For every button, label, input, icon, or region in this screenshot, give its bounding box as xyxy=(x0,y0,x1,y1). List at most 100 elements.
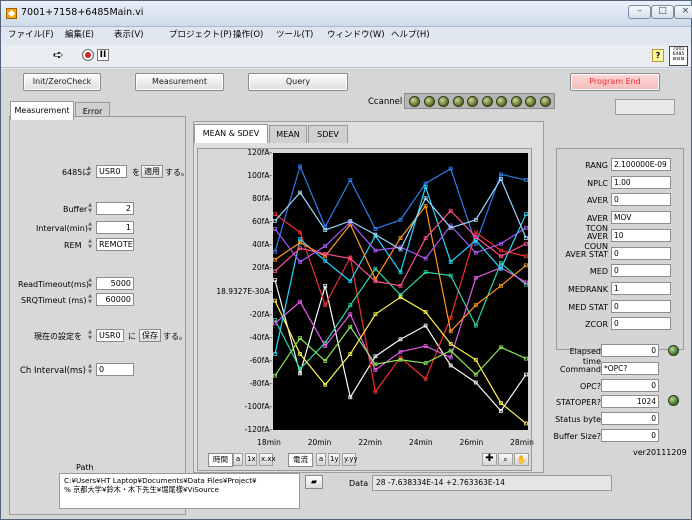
measurement-button[interactable]: Measurement xyxy=(135,73,224,91)
y-tick-label-1: 100fA- xyxy=(247,171,272,181)
close-button[interactable]: × xyxy=(674,5,692,19)
save-button[interactable]: 保存 xyxy=(139,329,161,342)
x-precision-icon[interactable]: x.xx xyxy=(259,453,276,466)
menu-file[interactable]: ファイル(F) xyxy=(8,29,54,41)
save-suffix-label: する。 xyxy=(163,332,187,341)
query-button[interactable]: Query xyxy=(248,73,348,91)
status-value-3: MOV xyxy=(611,211,671,225)
ch-interval-spinner[interactable]: ▲ ▼ xyxy=(87,363,93,376)
menu-edit[interactable]: 編集(E) xyxy=(65,29,94,41)
status-value-6: 0 xyxy=(611,264,671,278)
x-scale-format-icon[interactable]: a xyxy=(233,453,243,466)
opc-label: OPC? xyxy=(580,382,601,391)
ccannel-led-1 xyxy=(423,96,435,107)
status-value-9: 0 xyxy=(611,317,671,331)
window-title: 7001+7158+6485Main.vi xyxy=(21,7,144,18)
buffer-spinner[interactable]: ▲ ▼ xyxy=(87,202,93,215)
y-tick-label-9: -60fA- xyxy=(249,355,272,365)
menu-help[interactable]: ヘルプ(H) xyxy=(391,29,430,41)
folder-icon[interactable]: ▰ xyxy=(305,475,323,489)
y-autoscale-icon[interactable]: 1y xyxy=(328,453,340,466)
ccannel-led-8 xyxy=(525,96,536,107)
status-value-7: 1 xyxy=(611,281,671,295)
menu-tools[interactable]: ツール(T) xyxy=(276,29,313,41)
y-tick-label-0: 120fA- xyxy=(247,148,272,157)
statoper-label: STATOPER? xyxy=(555,398,601,407)
pan-tool-icon[interactable]: ✋ xyxy=(514,453,529,466)
tab-sdev[interactable]: SDEV xyxy=(308,125,348,143)
run-arrow-icon[interactable]: ➪ xyxy=(53,49,64,63)
program-end-button[interactable]: Program End xyxy=(570,73,660,91)
interval-spinner[interactable]: ▲ ▼ xyxy=(87,221,93,234)
save-settings-spinner[interactable]: ▲ ▼ xyxy=(87,329,93,342)
help-icon[interactable]: ? xyxy=(652,49,664,62)
x-scale-legend[interactable]: 時間 xyxy=(208,453,233,467)
ccannel-led-9 xyxy=(539,96,551,107)
range-select[interactable]: USR0 xyxy=(96,165,127,178)
top-status-box xyxy=(615,99,675,115)
menu-view[interactable]: 表示(V) xyxy=(114,29,143,41)
y-scale-legend[interactable]: 電流 xyxy=(288,453,313,467)
tab-mean[interactable]: MEAN xyxy=(269,125,307,143)
status-value-8: 0 xyxy=(611,299,671,313)
read-timeout-input[interactable]: 5000 xyxy=(96,277,134,290)
buffer-size-value: 0 xyxy=(601,429,659,442)
path-label: Path xyxy=(76,463,94,472)
y-scale-format-icon[interactable]: a xyxy=(316,453,326,466)
title-bar: 7001+7158+6485Main.vi – □ × xyxy=(1,1,692,27)
y-tick-label-5: 20fA- xyxy=(252,263,272,273)
statoper-led-icon xyxy=(668,395,679,406)
save-settings-label: 現在の設定を xyxy=(34,332,82,341)
minimize-button[interactable]: – xyxy=(628,5,651,19)
maximize-button[interactable]: □ xyxy=(651,5,674,19)
apply-button[interactable]: 適用 xyxy=(141,165,163,178)
elapsed-value: 0 xyxy=(601,344,659,357)
tab-mean-sdev[interactable]: MEAN & SDEV xyxy=(194,124,268,143)
read-timeout-label: ReadTimeout(ms) xyxy=(18,280,89,289)
status-label-1: NPLC xyxy=(587,178,608,188)
buffer-label: Buffer xyxy=(63,205,88,214)
read-timeout-spinner[interactable]: ▲ ▼ xyxy=(87,277,93,290)
rem-select[interactable]: REMOTE xyxy=(96,238,134,251)
command-label: Command xyxy=(559,365,601,374)
y-tick-label-10: -80fA- xyxy=(249,378,272,388)
srq-timeout-spinner[interactable]: ▲ ▼ xyxy=(87,293,93,306)
range-suffix-label: する。 xyxy=(165,168,189,177)
tab-measurement[interactable]: Measurement xyxy=(10,101,74,120)
menu-window[interactable]: ウィンドウ(W) xyxy=(327,29,385,41)
ch-interval-input[interactable]: 0 xyxy=(96,363,134,376)
opc-value: 0 xyxy=(601,379,659,392)
status-value-4: 10 xyxy=(611,228,671,242)
save-settings-select[interactable]: USR0 xyxy=(96,329,124,342)
rem-spinner[interactable]: ▲ ▼ xyxy=(87,238,93,251)
x-autoscale-icon[interactable]: 1x xyxy=(245,453,257,466)
zoom-tool-icon[interactable]: ⌕ xyxy=(498,453,513,466)
x-tick-label-1: 20min xyxy=(307,438,332,447)
cursor-tool-icon[interactable]: ✚ xyxy=(482,453,497,466)
abort-icon[interactable] xyxy=(82,49,94,61)
x-tick-label-0: 18min xyxy=(257,438,281,447)
buffer-input[interactable]: 2 xyxy=(96,202,134,215)
y-precision-icon[interactable]: y.yy xyxy=(342,453,358,466)
plot-area[interactable] xyxy=(273,153,528,430)
path-line-1: C:¥Users¥HT Laptop¥Documents¥Data Files¥… xyxy=(64,476,257,485)
y-tick-label-2: 80fA- xyxy=(252,194,272,204)
status-byte-label: Status byte xyxy=(555,415,601,424)
y-tick-label-4: 40fA- xyxy=(252,240,272,250)
init-zerocheck-button[interactable]: Init/ZeroCheck xyxy=(23,73,101,91)
interval-input[interactable]: 1 xyxy=(96,221,134,234)
ccannel-led-7 xyxy=(510,96,522,107)
range-spinner[interactable]: ▲ ▼ xyxy=(86,165,92,178)
menu-project[interactable]: プロジェクト(P) xyxy=(169,29,232,41)
status-label-8: MED STAT xyxy=(568,302,608,312)
srq-timeout-input[interactable]: 60000 xyxy=(96,293,134,306)
data-display: 28 -7.638334E-14 +2.763363E-14 xyxy=(372,475,612,491)
command-value: *OPC? xyxy=(601,362,659,375)
labview-vi-icon xyxy=(6,8,17,19)
range-mid-label: を xyxy=(132,168,140,177)
menu-operate[interactable]: 操作(O) xyxy=(233,29,263,41)
rem-label: REM xyxy=(64,241,82,250)
elapsed-label: Elapsed time xyxy=(569,347,601,366)
pause-icon[interactable]: II xyxy=(97,49,109,61)
ccannel-led-6 xyxy=(496,96,507,107)
